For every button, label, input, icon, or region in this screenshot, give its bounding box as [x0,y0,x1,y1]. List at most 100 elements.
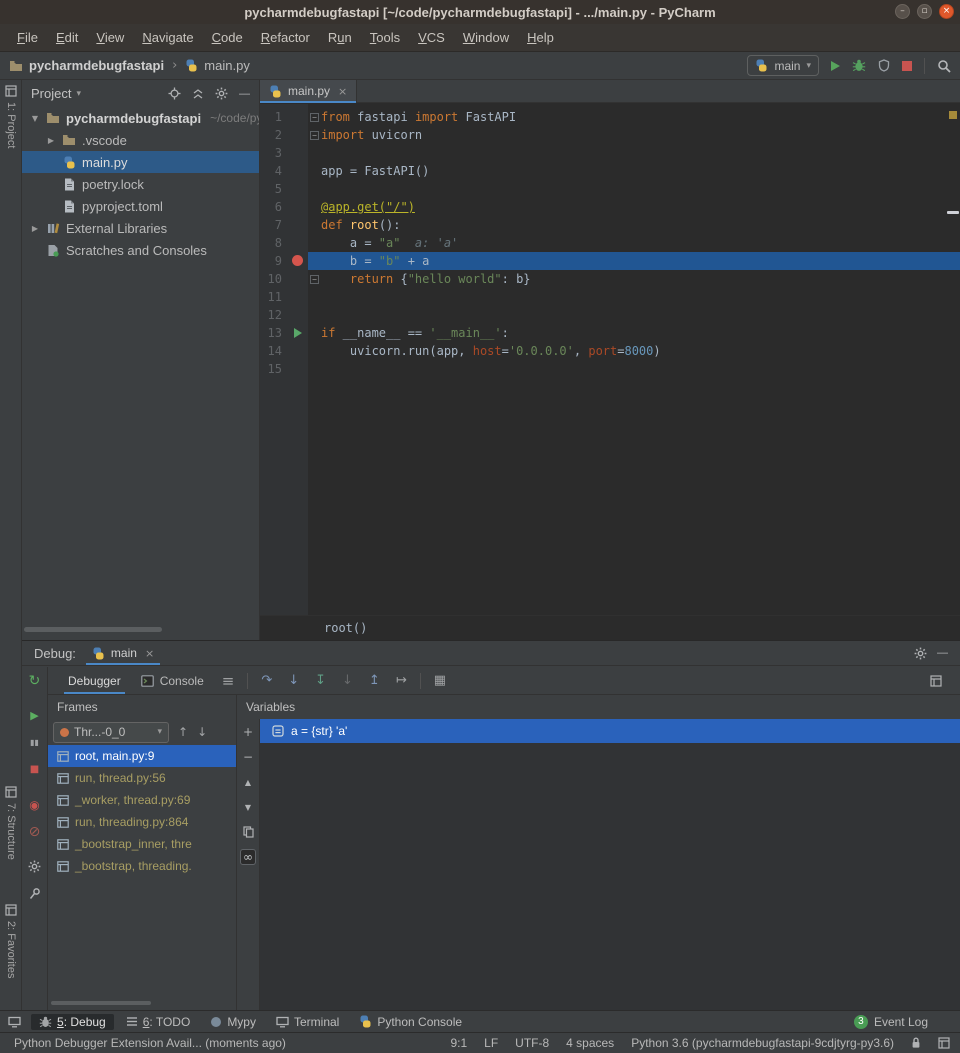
tree-expanded-icon[interactable]: ▼ [30,114,40,123]
tool-stripe-project[interactable]: 1: Project [0,85,22,148]
move-watch-up-button[interactable]: ▲ [240,774,256,790]
breadcrumb-project[interactable]: pycharmdebugfastapi [29,58,164,73]
gutter-marker[interactable] [288,234,308,252]
fold-icon[interactable]: − [310,131,319,140]
debug-session-tab[interactable]: main × [86,641,160,665]
tab-console[interactable]: Console [131,667,214,694]
project-item-pycharmdebugfastapi[interactable]: ▼pycharmdebugfastapi~/code/pycharmdebugf… [22,107,259,129]
run-gutter-icon[interactable] [294,328,302,338]
evaluate-expression-button[interactable]: ▦ [426,673,454,688]
toolwindow-mypy[interactable]: Mypy [202,1014,264,1030]
line-number[interactable]: 1 [260,108,288,126]
duplicate-watch-button[interactable] [240,824,256,840]
toolwindow-debug[interactable]: 5: Debug [31,1014,114,1030]
thread-selector[interactable]: Thr...-0_0 ▾ [53,722,169,743]
frame-row[interactable]: _bootstrap_inner, thre [48,833,236,855]
variable-row[interactable]: a = {str} 'a' [260,719,960,743]
menu-window[interactable]: Window [454,30,518,45]
line-number[interactable]: 15 [260,360,288,378]
line-number[interactable]: 7 [260,216,288,234]
project-item-external-libraries[interactable]: ▶External Libraries [22,217,259,239]
status-message[interactable]: Python Debugger Extension Avail... (mome… [14,1036,286,1050]
frame-row[interactable]: root, main.py:9 [48,745,236,767]
coverage-button[interactable] [878,59,890,72]
line-number[interactable]: 6 [260,198,288,216]
project-view-selector[interactable]: Project [31,86,71,101]
step-out-button[interactable]: ↥ [361,673,388,688]
code-editor[interactable]: 1−from fastapi import FastAPI2−import uv… [260,104,960,615]
code-line-9[interactable]: 9 b = "b" + a [260,252,960,270]
hide-debug-panel-icon[interactable]: — [937,647,948,659]
tool-stripe-favorites[interactable]: 2: Favorites [0,904,22,978]
show-watches-button[interactable]: ∞ [240,849,256,865]
close-icon[interactable]: × [145,647,154,660]
menu-code[interactable]: Code [203,30,252,45]
line-number[interactable]: 5 [260,180,288,198]
menu-refactor[interactable]: Refactor [252,30,319,45]
breadcrumb-file[interactable]: main.py [204,58,250,73]
code-line-15[interactable]: 15 [260,360,960,378]
pin-button[interactable] [29,886,41,901]
debug-settings-icon[interactable] [914,647,927,660]
line-number[interactable]: 13 [260,324,288,342]
menu-tools[interactable]: Tools [361,30,409,45]
frames-scrollbar[interactable] [51,1001,151,1005]
resume-button[interactable]: ▶ [30,708,38,723]
pause-button[interactable]: ▮▮ [30,735,39,750]
debug-button[interactable] [852,59,866,72]
gutter-marker[interactable] [288,144,308,162]
gutter-marker[interactable] [288,324,308,342]
tab-debugger[interactable]: Debugger [58,667,131,694]
breakpoint-icon[interactable] [292,255,303,266]
breadcrumb-function[interactable]: root() [324,621,367,635]
menu-view[interactable]: View [87,30,133,45]
previous-frame-icon[interactable]: ↑ [178,725,188,739]
menu-navigate[interactable]: Navigate [133,30,202,45]
lock-icon[interactable] [911,1037,921,1049]
line-number[interactable]: 11 [260,288,288,306]
menu-run[interactable]: Run [319,30,361,45]
menu-file[interactable]: File [8,30,47,45]
code-line-4[interactable]: 4app = FastAPI() [260,162,960,180]
gutter-marker[interactable] [288,216,308,234]
interpreter[interactable]: Python 3.6 (pycharmdebugfastapi-9cdjtyrg… [631,1036,894,1050]
fold-icon[interactable]: − [310,113,319,122]
restore-layout-button[interactable] [922,675,950,687]
toggle-toolbars-icon[interactable] [938,1037,950,1049]
toolwindow-terminal[interactable]: Terminal [268,1014,347,1030]
close-button[interactable]: × [939,4,954,19]
close-icon[interactable]: × [338,85,347,98]
hide-panel-icon[interactable]: — [239,88,250,100]
code-line-2[interactable]: 2−import uvicorn [260,126,960,144]
step-over-button[interactable]: ↷ [253,673,280,688]
project-settings-icon[interactable] [215,87,228,100]
gutter-marker[interactable] [288,270,308,288]
project-scrollbar[interactable] [24,627,162,632]
gutter-marker[interactable] [288,360,308,378]
stop-button[interactable] [902,61,912,71]
move-watch-down-button[interactable]: ▼ [240,799,256,815]
toolwindow-python-console[interactable]: Python Console [351,1014,470,1030]
gutter-marker[interactable] [288,306,308,324]
view-breakpoints-button[interactable]: ◉ [29,797,39,812]
force-step-into-button[interactable]: ↓ [334,673,361,688]
code-line-11[interactable]: 11 [260,288,960,306]
code-line-1[interactable]: 1−from fastapi import FastAPI [260,108,960,126]
search-everywhere-button[interactable] [937,59,951,73]
project-item-pyproject-toml[interactable]: pyproject.toml [22,195,259,217]
caret-position[interactable]: 9:1 [450,1036,467,1050]
menu-help[interactable]: Help [518,30,563,45]
tool-stripe-structure[interactable]: 7: Structure [0,786,22,860]
line-number[interactable]: 4 [260,162,288,180]
line-number[interactable]: 2 [260,126,288,144]
gutter-marker[interactable] [288,162,308,180]
menu-vcs[interactable]: VCS [409,30,454,45]
step-into-my-code-button[interactable]: ↧ [307,673,334,688]
indent-size[interactable]: 4 spaces [566,1036,614,1050]
gutter-marker[interactable] [288,180,308,198]
code-line-10[interactable]: 10− return {"hello world": b} [260,270,960,288]
project-item--vscode[interactable]: ▶.vscode [22,129,259,151]
maximize-button[interactable]: ▫ [917,4,932,19]
frame-row[interactable]: run, thread.py:56 [48,767,236,789]
editor-tab-main-py[interactable]: main.py × [260,80,357,102]
